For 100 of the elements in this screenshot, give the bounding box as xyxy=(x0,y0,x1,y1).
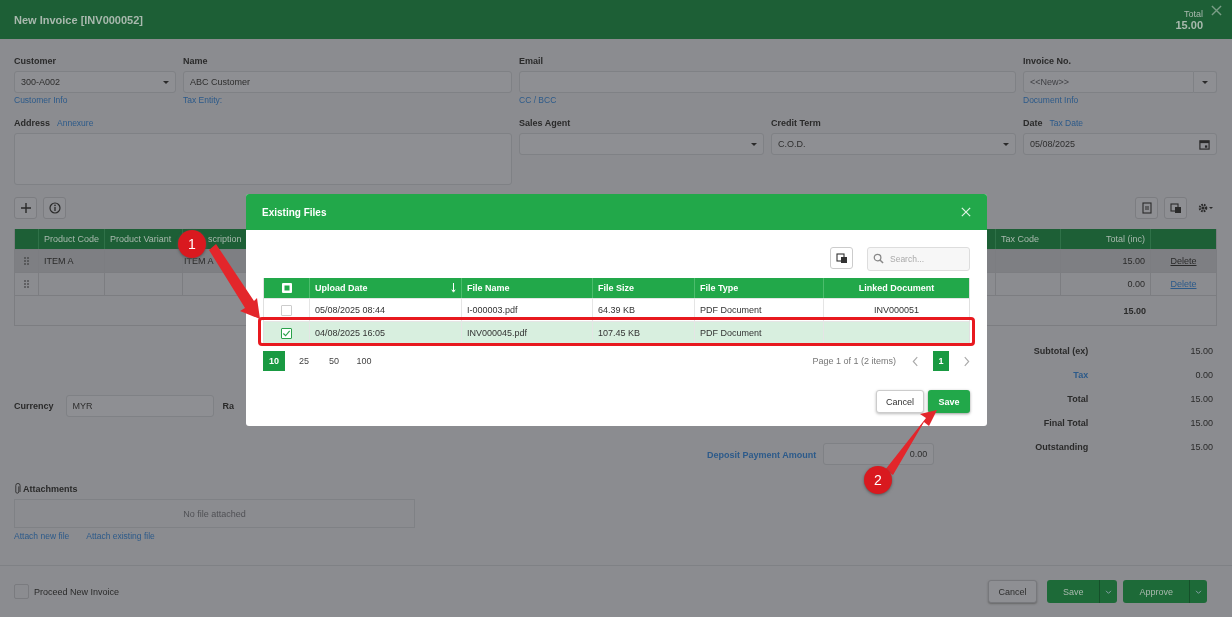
field-label: Ra xyxy=(222,400,235,411)
field-label: Date xyxy=(1023,118,1043,128)
invoice-number-field[interactable]: <<New>> xyxy=(1023,71,1194,93)
cancel-button[interactable]: Cancel xyxy=(987,580,1037,603)
table-cell: 107.45 KB xyxy=(598,328,641,338)
info-icon xyxy=(48,201,61,214)
drag-handle-icon[interactable] xyxy=(24,280,29,288)
dropdown-button[interactable] xyxy=(1099,580,1118,603)
customer-info-link[interactable]: Customer Info xyxy=(14,95,176,105)
tax-entity-link[interactable]: Tax Entity: xyxy=(183,95,512,105)
table-cell: INV000045.pdf xyxy=(467,328,528,338)
total-value: 15.00 xyxy=(1189,418,1214,428)
deposit-field[interactable]: 0.00 xyxy=(823,442,935,465)
search-field[interactable]: Search... xyxy=(867,247,970,271)
step-badge: 2 xyxy=(864,466,892,494)
column-header[interactable]: Linked Document xyxy=(858,283,935,293)
document-icon xyxy=(1140,201,1153,214)
credit-term-select[interactable]: C.O.D. xyxy=(771,133,1016,155)
column-header[interactable]: Upload Date xyxy=(315,283,368,293)
page-info: Page 1 of 1 (2 items) xyxy=(812,356,896,366)
dropdown-button[interactable] xyxy=(1194,71,1217,93)
caret-icon xyxy=(1195,589,1202,595)
annexure-link[interactable]: Annexure xyxy=(57,118,94,128)
calendar-icon[interactable] xyxy=(1199,138,1210,150)
delete-link[interactable]: Delete xyxy=(1170,279,1197,289)
export-button[interactable] xyxy=(1135,196,1158,219)
page-size-option[interactable]: 25 xyxy=(293,351,315,371)
document-info-link[interactable]: Document Info xyxy=(1023,95,1217,105)
sort-descending-icon[interactable] xyxy=(451,283,456,293)
column-header[interactable]: File Size xyxy=(598,283,634,293)
field-label: Credit Term xyxy=(771,118,822,128)
table-cell: INV000051 xyxy=(873,305,919,315)
copy-icon xyxy=(835,252,848,264)
checkbox-label: Proceed New Invoice xyxy=(34,586,120,597)
field-label: Email xyxy=(519,56,544,66)
total-value: 15.00 xyxy=(1189,394,1214,404)
dropdown-button[interactable] xyxy=(1189,580,1207,603)
table-cell: 05/08/2025 08:44 xyxy=(315,305,386,315)
add-button[interactable] xyxy=(14,196,37,219)
info-button[interactable] xyxy=(43,196,66,219)
table-cell: 15.00 xyxy=(1122,256,1145,266)
currency-field[interactable]: MYR xyxy=(65,394,214,417)
search-icon xyxy=(873,253,884,264)
row-checkbox[interactable] xyxy=(281,327,292,339)
page-button[interactable]: 1 xyxy=(933,351,949,371)
plus-icon xyxy=(19,201,32,214)
customer-select[interactable]: 300-A002 xyxy=(14,71,176,93)
page-size-option[interactable]: 10 xyxy=(263,351,285,371)
next-page-icon[interactable] xyxy=(963,355,970,367)
footer-total: 15.00 xyxy=(1123,305,1146,316)
deposit-link[interactable]: Deposit Payment Amount xyxy=(707,449,817,460)
settings-button[interactable] xyxy=(1197,201,1215,214)
delete-link[interactable]: Delete xyxy=(1170,256,1197,266)
column-header[interactable]: File Type xyxy=(700,283,739,293)
cancel-button[interactable]: Cancel xyxy=(876,390,924,413)
total-value: 15.00 xyxy=(1189,442,1214,452)
attachments-title: Attachments xyxy=(23,484,78,494)
name-field[interactable]: ABC Customer xyxy=(183,71,512,93)
drag-handle-icon[interactable] xyxy=(24,257,29,265)
row-checkbox[interactable] xyxy=(281,304,292,316)
total-value: 15.00 xyxy=(1175,18,1203,31)
total-label: Outstanding xyxy=(1034,442,1089,452)
table-cell: I-000003.pdf xyxy=(467,305,518,315)
file-row[interactable]: 04/08/2025 16:05 INV000045.pdf 107.45 KB PDF Document xyxy=(264,322,969,344)
save-button[interactable]: Save xyxy=(928,390,970,413)
table-cell: PDF Document xyxy=(700,328,762,338)
field-label: Sales Agent xyxy=(519,118,572,128)
select-all-checkbox[interactable] xyxy=(281,283,292,293)
table-cell: ITEM A xyxy=(184,256,214,266)
field-label: Invoice No. xyxy=(1023,56,1072,66)
table-cell: 64.39 KB xyxy=(598,305,636,315)
action-button[interactable]: Approve xyxy=(1123,580,1189,603)
page-size-option[interactable]: 50 xyxy=(323,351,345,371)
total-label: Total xyxy=(1184,8,1203,19)
dialog-title: Existing Files xyxy=(262,206,328,218)
table-cell: 0.00 xyxy=(1127,279,1145,289)
attach-link[interactable]: Attach new file xyxy=(14,531,70,541)
tax-date-link[interactable]: Tax Date xyxy=(1049,118,1084,128)
tax-link[interactable]: Tax xyxy=(984,370,1089,380)
previous-page-icon[interactable] xyxy=(912,355,919,367)
total-value: 15.00 xyxy=(1189,346,1214,356)
column-header[interactable]: File Name xyxy=(467,283,510,293)
window-title: New Invoice [INV000052] xyxy=(14,13,144,26)
field-label: Currency xyxy=(14,400,55,411)
column-header: Total (inc) xyxy=(1061,229,1151,249)
total-label: Subtotal (ex) xyxy=(1032,346,1089,356)
attach-link[interactable]: Attach existing file xyxy=(86,531,155,541)
total-label: Total xyxy=(1066,394,1089,404)
page-size-option[interactable]: 100 xyxy=(353,351,375,371)
copy-button[interactable] xyxy=(830,247,853,269)
copy-icon xyxy=(1169,201,1182,214)
field-label: Address xyxy=(14,118,50,128)
caret-icon xyxy=(1105,589,1113,595)
action-button[interactable]: Save xyxy=(1046,580,1100,603)
cc-bcc-link[interactable]: CC / BCC xyxy=(519,95,1016,105)
table-cell: 04/08/2025 16:05 xyxy=(315,328,386,338)
pointer-arrow xyxy=(885,410,937,475)
table-cell: ITEM A xyxy=(44,256,74,266)
close-icon[interactable] xyxy=(1211,5,1222,16)
date-field[interactable]: 05/08/2025 xyxy=(1023,133,1217,155)
